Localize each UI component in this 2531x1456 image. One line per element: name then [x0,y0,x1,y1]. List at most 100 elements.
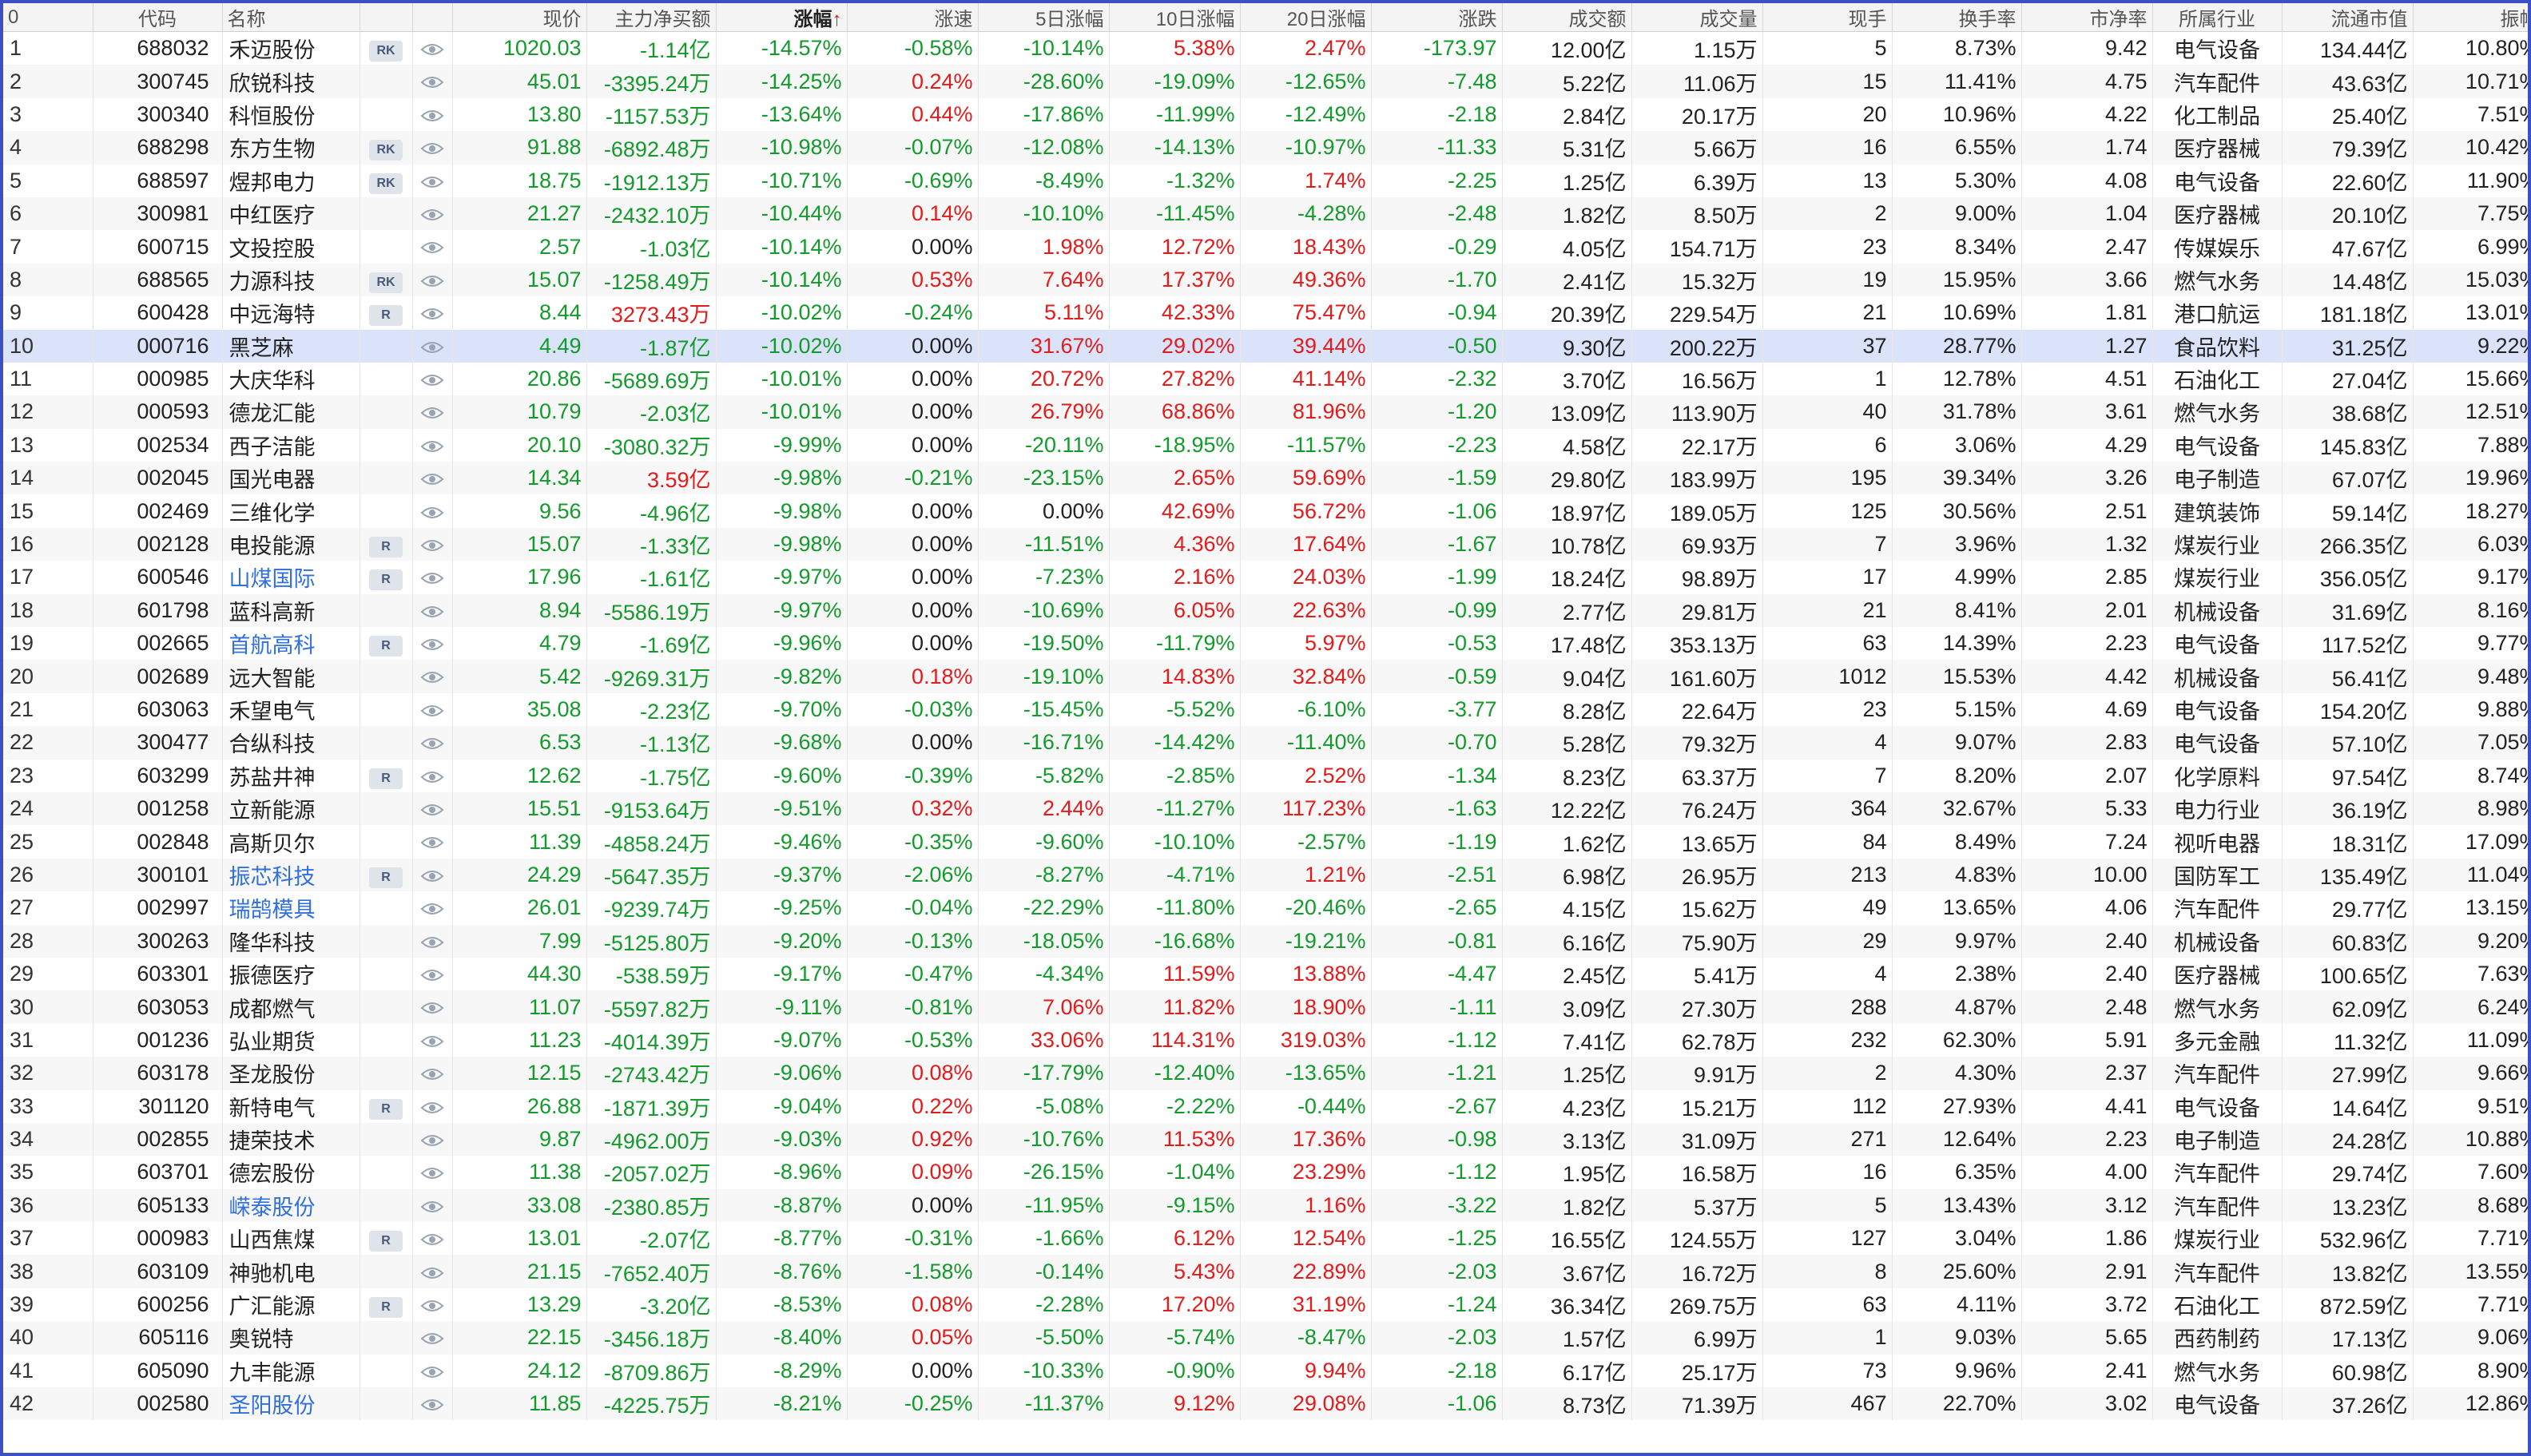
stock-name[interactable]: 中红医疗 [222,196,360,231]
watch-eye-icon[interactable] [412,1222,453,1256]
watch-eye-icon[interactable] [412,65,453,98]
stock-name[interactable]: 科恒股份 [222,97,360,132]
watch-eye-icon[interactable] [412,1089,453,1123]
table-row[interactable]: 31 001236 弘业期货 11.23 -4014.39万 -9.07% -0.53% 33… [3,1023,2528,1057]
watch-eye-icon[interactable] [412,726,453,760]
table-row[interactable]: 29 603301 振德医疗 44.30 -538.59万 -9.17% -0.47% -4.… [3,957,2528,991]
col-header-pb[interactable]: 市净率 [2021,3,2153,32]
table-row[interactable]: 39 600256 广汇能源 R 13.29 -3.20亿 -8.53% 0.08% -2.28… [3,1287,2528,1322]
table-row[interactable]: 20 002689 远大智能 5.42 -9269.31万 -9.82% 0.18% -19.… [3,660,2528,693]
table-row[interactable]: 18 601798 蓝科高新 8.94 -5586.19万 -9.97% 0.00% -10.… [3,593,2528,628]
stock-name[interactable]: 大庆华科 [222,362,360,396]
stock-name[interactable]: 远大智能 [222,660,360,693]
watch-eye-icon[interactable] [412,1188,453,1223]
stock-name[interactable]: 黑芝麻 [222,329,360,363]
table-row[interactable]: 23 603299 苏盐井神 R 12.62 -1.75亿 -9.60% -0.39% -5.8… [3,759,2528,792]
margin-badge[interactable]: RK [369,173,403,194]
table-row[interactable]: 7 600715 文投控股 2.57 -1.03亿 -10.14% 0.00% 1.98% 12… [3,230,2528,264]
table-row[interactable]: 28 300263 隆华科技 7.99 -5125.80万 -9.20% -0.13% -18… [3,924,2528,958]
watch-eye-icon[interactable] [412,395,453,429]
table-row[interactable]: 38 603109 神驰机电 21.15 -7652.40万 -8.76% -1.58% -0… [3,1255,2528,1288]
watch-eye-icon[interactable] [412,1321,453,1355]
table-row[interactable]: 12 000593 德龙汇能 10.79 -2.03亿 -10.01% 0.00% 26.79… [3,395,2528,429]
table-row[interactable]: 40 605116 奥锐特 22.15 -3456.18万 -8.40% 0.05% -5.5… [3,1321,2528,1355]
margin-badge[interactable]: RK [369,272,403,293]
watch-eye-icon[interactable] [412,230,453,264]
stock-name[interactable]: 蓝科高新 [222,593,360,628]
stock-name[interactable]: 九丰能源 [222,1354,360,1388]
watch-eye-icon[interactable] [412,1255,453,1288]
table-row[interactable]: 13 002534 西子洁能 20.10 -3080.32万 -9.99% 0.00% -20… [3,428,2528,462]
table-row[interactable]: 42 002580 圣阳股份 11.85 -4225.75万 -8.21% -0.25% -1… [3,1387,2528,1421]
watch-eye-icon[interactable] [412,759,453,792]
watch-eye-icon[interactable] [412,891,453,925]
stock-name[interactable]: 首航高科 [222,627,360,661]
col-header-float-cap[interactable]: 流通市值 [2282,3,2414,32]
col-header-change[interactable]: 涨幅↑ [716,3,848,32]
col-header-price[interactable]: 现价 [452,3,587,32]
table-row[interactable]: 2 300745 欣锐科技 45.01 -3395.24万 -14.25% 0.24% -28… [3,65,2528,98]
margin-badge[interactable]: R [369,1297,403,1319]
watch-eye-icon[interactable] [412,858,453,892]
table-row[interactable]: 33 301120 新特电气 R 26.88 -1871.39万 -9.04% 0.22% -5… [3,1089,2528,1123]
stock-name[interactable]: 圣龙股份 [222,1057,360,1090]
stock-name[interactable]: 力源科技 [222,263,360,297]
stock-name[interactable]: 国光电器 [222,462,360,495]
margin-badge[interactable]: R [369,768,403,789]
stock-name[interactable]: 奥锐特 [222,1321,360,1355]
table-row[interactable]: 26 300101 振芯科技 R 24.29 -5647.35万 -9.37% -2.06% -… [3,858,2528,892]
stock-name[interactable]: 新特电气 [222,1089,360,1123]
table-row[interactable]: 4 688298 东方生物 RK 91.88 -6892.48万 -10.98% -0.07%… [3,131,2528,165]
watch-eye-icon[interactable] [412,1287,453,1322]
col-header-amount[interactable]: 成交额 [1502,3,1632,32]
stock-name[interactable]: 神驰机电 [222,1255,360,1288]
watch-eye-icon[interactable] [412,957,453,991]
table-row[interactable]: 17 600546 山煤国际 R 17.96 -1.61亿 -9.97% 0.00% -7.23… [3,561,2528,594]
watch-eye-icon[interactable] [412,1023,453,1057]
watch-eye-icon[interactable] [412,1122,453,1156]
col-header-index[interactable]: 0 [3,3,93,32]
col-header-turnover[interactable]: 换手率 [1892,3,2022,32]
stock-name[interactable]: 圣阳股份 [222,1387,360,1421]
col-header-amplitude[interactable]: 振幅 [2413,3,2528,32]
watch-eye-icon[interactable] [412,462,453,495]
stock-name[interactable]: 嵘泰股份 [222,1188,360,1223]
stock-name[interactable]: 捷荣技术 [222,1122,360,1156]
table-row[interactable]: 22 300477 合纵科技 6.53 -1.13亿 -9.68% 0.00% -16.71%… [3,726,2528,760]
col-header-hand[interactable]: 现手 [1762,3,1893,32]
watch-eye-icon[interactable] [412,825,453,859]
stock-name[interactable]: 禾望电气 [222,692,360,727]
margin-badge[interactable]: R [369,1231,403,1252]
table-row[interactable]: 6 300981 中红医疗 21.27 -2432.10万 -10.44% 0.14% -10… [3,196,2528,231]
stock-name[interactable]: 广汇能源 [222,1287,360,1322]
stock-name[interactable]: 禾迈股份 [222,31,360,65]
margin-badge[interactable]: R [369,305,403,327]
watch-eye-icon[interactable] [412,627,453,661]
watch-eye-icon[interactable] [412,692,453,727]
stock-name[interactable]: 山西焦煤 [222,1222,360,1256]
stock-name[interactable]: 隆华科技 [222,924,360,958]
col-header-industry[interactable]: 所属行业 [2152,3,2283,32]
stock-name[interactable]: 西子洁能 [222,428,360,462]
watch-eye-icon[interactable] [412,97,453,132]
watch-eye-icon[interactable] [412,660,453,693]
table-row[interactable]: 32 603178 圣龙股份 12.15 -2743.42万 -9.06% 0.08% -17… [3,1057,2528,1090]
stock-name[interactable]: 煜邦电力 [222,164,360,197]
table-row[interactable]: 16 002128 电投能源 R 15.07 -1.33亿 -9.98% 0.00% -11.5… [3,527,2528,561]
table-row[interactable]: 25 002848 高斯贝尔 11.39 -4858.24万 -9.46% -0.35% -9… [3,825,2528,859]
watch-eye-icon[interactable] [412,1156,453,1189]
watch-eye-icon[interactable] [412,428,453,462]
stock-name[interactable]: 中远海特 [222,296,360,330]
table-row[interactable]: 5 688597 煜邦电力 RK 18.75 -1912.13万 -10.71% -0.69%… [3,164,2528,197]
margin-badge[interactable]: R [369,636,403,657]
col-header-chg10[interactable]: 10日涨幅 [1109,3,1241,32]
table-row[interactable]: 41 605090 九丰能源 24.12 -8709.86万 -8.29% 0.00% -10… [3,1354,2528,1388]
table-row[interactable]: 24 001258 立新能源 15.51 -9153.64万 -9.51% 0.32% 2.4… [3,791,2528,826]
col-header-chg5[interactable]: 5日涨幅 [978,3,1110,32]
margin-badge[interactable]: RK [369,41,403,62]
stock-name[interactable]: 弘业期货 [222,1023,360,1057]
watch-eye-icon[interactable] [412,362,453,396]
stock-name[interactable]: 德宏股份 [222,1156,360,1189]
watch-eye-icon[interactable] [412,263,453,297]
margin-badge[interactable]: R [369,569,403,591]
